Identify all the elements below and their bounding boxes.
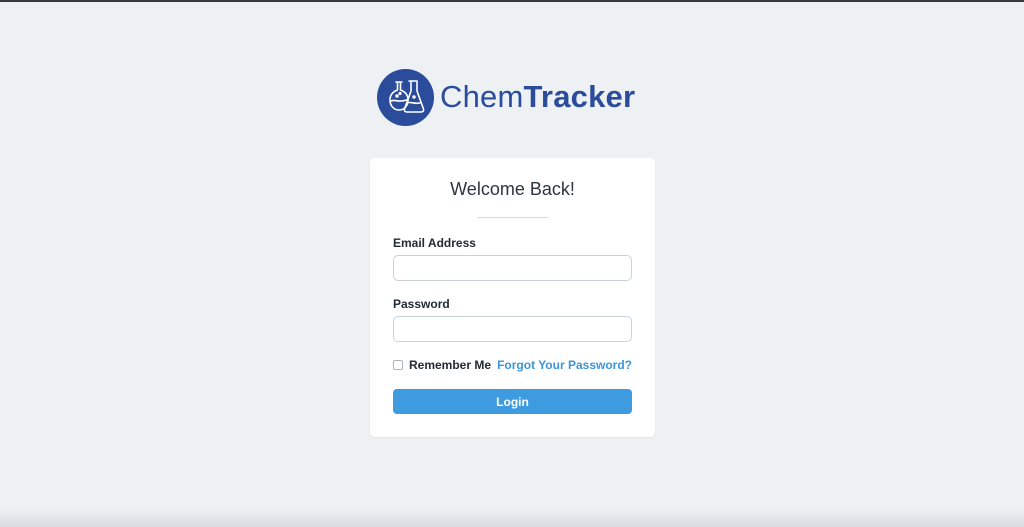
remember-me-group: Remember Me <box>393 358 491 372</box>
password-field[interactable] <box>393 316 632 342</box>
brand-name-tracker: Tracker <box>523 79 636 114</box>
email-field[interactable] <box>393 255 632 281</box>
login-button[interactable]: Login <box>393 389 632 414</box>
forgot-password-link[interactable]: Forgot Your Password? <box>497 358 632 372</box>
brand-name: ChemTracker <box>440 79 635 115</box>
flask-beakers-icon <box>377 68 434 126</box>
brand-name-chem: Chem <box>440 79 524 114</box>
bottom-edge-shadow <box>0 509 1024 527</box>
remember-me-label[interactable]: Remember Me <box>409 358 491 372</box>
brand-header: ChemTracker <box>377 68 635 126</box>
login-page: ChemTracker Welcome Back! Email Address … <box>0 0 1024 527</box>
card-title: Welcome Back! <box>450 179 575 199</box>
email-label: Email Address <box>393 236 476 250</box>
title-divider <box>477 217 548 218</box>
remember-me-checkbox[interactable] <box>393 360 403 370</box>
password-label: Password <box>393 297 450 311</box>
login-card: Welcome Back! Email Address Password Rem… <box>370 158 655 437</box>
